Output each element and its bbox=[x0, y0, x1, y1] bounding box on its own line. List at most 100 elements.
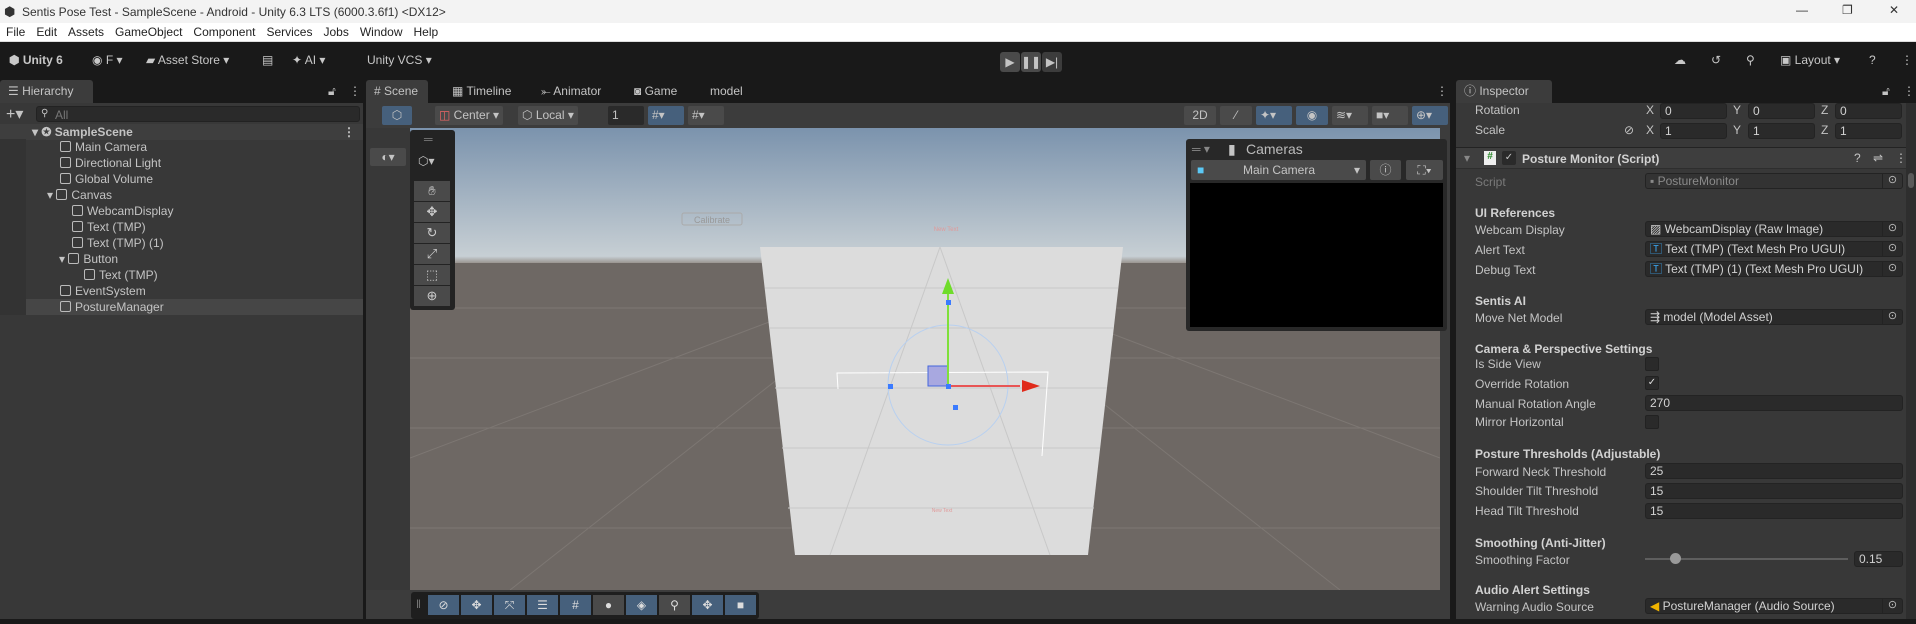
forward-neck-threshold-field[interactable]: 25 bbox=[1645, 463, 1903, 479]
tab-scene[interactable]: # Scene bbox=[366, 80, 428, 103]
debug-text-field[interactable]: 🅃 Text (TMP) (1) (Text Mesh Pro UGUI) ⊙ bbox=[1645, 261, 1903, 277]
2d-3d-toggle[interactable]: ⬡ bbox=[382, 106, 412, 125]
grid-button[interactable]: # bbox=[560, 595, 591, 615]
object-picker-icon[interactable]: ⊙ bbox=[1882, 598, 1902, 614]
list-item[interactable]: Text (TMP) (1) bbox=[0, 235, 363, 251]
visibility-toggle[interactable]: ◉ bbox=[1296, 106, 1328, 125]
collapse-arrow-icon[interactable]: ▾ bbox=[1464, 151, 1470, 165]
presets-icon[interactable]: ⇌ bbox=[1873, 151, 1883, 165]
menu-component[interactable]: Component bbox=[193, 23, 255, 42]
layout-button[interactable]: ▣ Layout ▾ bbox=[1780, 53, 1840, 67]
scale-z-field[interactable]: 1 bbox=[1835, 123, 1902, 139]
tab-timeline[interactable]: ▦ Timeline bbox=[444, 80, 519, 103]
menu-gameobject[interactable]: GameObject bbox=[115, 23, 182, 42]
tab-model[interactable]: model bbox=[702, 80, 751, 103]
vcs-button[interactable]: Unity VCS ▾ bbox=[367, 53, 432, 67]
component-menu-icon[interactable]: ⋮ bbox=[1895, 151, 1907, 165]
expand-arrow-icon[interactable]: ▾ bbox=[47, 188, 56, 202]
rotation-x-field[interactable]: 0 bbox=[1660, 103, 1727, 119]
plane-handle[interactable] bbox=[927, 365, 949, 387]
orientation-button[interactable]: ⊘ bbox=[428, 595, 459, 615]
inspector-menu-icon[interactable]: ⋮ bbox=[1903, 84, 1915, 98]
object-picker-icon[interactable]: ⊙ bbox=[1882, 309, 1902, 325]
rotate-tool[interactable]: ↻ bbox=[414, 223, 450, 243]
list-item[interactable]: WebcamDisplay bbox=[0, 203, 363, 219]
asset-store-button[interactable]: ▰ Asset Store ▾ bbox=[146, 53, 229, 67]
more-icon[interactable]: ⋮ bbox=[1901, 53, 1913, 67]
unity-version-button[interactable]: ⬢ Unity 6 bbox=[9, 53, 63, 67]
drag-handle-icon[interactable]: ‖ bbox=[416, 597, 421, 611]
cube-dropdown[interactable]: ⬡▾ bbox=[418, 154, 435, 168]
scene-menu-icon[interactable]: ⋮ bbox=[1436, 84, 1448, 98]
camera-dropdown[interactable]: ■▾ bbox=[1372, 106, 1408, 125]
hand-tool[interactable]: ✋︎ bbox=[414, 181, 450, 201]
hierarchy-menu-icon[interactable]: ⋮ bbox=[349, 84, 361, 98]
align-button[interactable]: ☰ bbox=[527, 595, 558, 615]
inspector-scrollbar[interactable] bbox=[1906, 103, 1916, 624]
camera-overlay-button[interactable]: ■ bbox=[725, 595, 756, 615]
menu-help[interactable]: Help bbox=[414, 23, 439, 42]
menu-file[interactable]: File bbox=[6, 23, 25, 42]
rotation-y-field[interactable]: 0 bbox=[1748, 103, 1815, 119]
snap-increment-button[interactable]: #▾ bbox=[688, 106, 724, 125]
head-tilt-threshold-field[interactable]: 15 bbox=[1645, 503, 1903, 519]
rotation-z-field[interactable]: 0 bbox=[1835, 103, 1902, 119]
scale-tool[interactable]: ⤢ bbox=[414, 244, 450, 264]
draw-mode-button[interactable]: ◐▾ bbox=[370, 148, 406, 166]
close-button[interactable]: ✕ bbox=[1889, 3, 1899, 17]
menu-assets[interactable]: Assets bbox=[68, 23, 104, 42]
pause-button[interactable]: ❚❚ bbox=[1021, 52, 1041, 72]
space-dropdown[interactable]: ⬡ Local ▾ bbox=[518, 106, 578, 125]
list-item[interactable]: Global Volume bbox=[0, 171, 363, 187]
account-button[interactable]: ◉ F ▾ bbox=[92, 53, 123, 67]
hierarchy-search-input[interactable]: ⚲ All bbox=[36, 106, 360, 122]
search-overlay-button[interactable]: ⚲ bbox=[659, 595, 690, 615]
drag-handle-icon[interactable]: ═ bbox=[424, 132, 433, 146]
camera-fit-button[interactable]: ⛶▾ bbox=[1406, 160, 1443, 180]
list-item[interactable]: Directional Light bbox=[0, 155, 363, 171]
transform-tool[interactable]: ⊕ bbox=[414, 286, 450, 306]
mirror-horizontal-checkbox[interactable] bbox=[1645, 415, 1659, 429]
component-enabled-checkbox[interactable]: ✓ bbox=[1502, 151, 1516, 165]
2d-toggle[interactable]: 2D bbox=[1184, 106, 1216, 125]
record-button[interactable]: ● bbox=[593, 595, 624, 615]
alert-text-field[interactable]: 🅃 Text (TMP) (Text Mesh Pro UGUI) ⊙ bbox=[1645, 241, 1903, 257]
move-overlay-button[interactable]: ✥ bbox=[461, 595, 492, 615]
scene-menu-icon[interactable]: ⋮ bbox=[343, 124, 355, 140]
tab-game[interactable]: ◙ Game bbox=[626, 80, 685, 103]
scale-y-field[interactable]: 1 bbox=[1748, 123, 1815, 139]
transform-overlay-button[interactable]: ⤧ bbox=[494, 595, 525, 615]
lock-icon[interactable]: 🔓︎ bbox=[328, 84, 336, 99]
manual-rotation-angle-field[interactable]: 270 bbox=[1645, 395, 1903, 411]
camera-info-button[interactable]: ⓘ bbox=[1370, 160, 1401, 180]
link-icon[interactable]: ⊘ bbox=[1624, 123, 1634, 137]
warning-audio-source-field[interactable]: ◀ PostureManager (Audio Source) ⊙ bbox=[1645, 598, 1903, 614]
menu-window[interactable]: Window bbox=[360, 23, 403, 42]
help-icon[interactable]: ? bbox=[1869, 53, 1876, 67]
list-item[interactable]: EventSystem bbox=[0, 283, 363, 299]
component-header[interactable]: ▾ # ✓ Posture Monitor (Script) ? ⇌ ⋮ bbox=[1456, 147, 1907, 169]
list-item[interactable]: Text (TMP) bbox=[0, 219, 363, 235]
move-tool[interactable]: ✥ bbox=[414, 202, 450, 222]
lighting-toggle[interactable]: ⁄ bbox=[1220, 106, 1252, 125]
tab-animator[interactable]: ⤜ Animator bbox=[533, 80, 609, 103]
expand-arrow-icon[interactable]: ▾ bbox=[32, 125, 41, 139]
scale-x-field[interactable]: 1 bbox=[1660, 123, 1727, 139]
cloud-icon[interactable]: ☁ bbox=[1674, 53, 1686, 67]
effects-dropdown[interactable]: ✦▾ bbox=[1256, 106, 1292, 125]
history-icon[interactable]: ↺ bbox=[1711, 53, 1721, 67]
drag-handle-icon[interactable]: ═ ▾ bbox=[1192, 142, 1210, 156]
object-picker-icon[interactable]: ⊙ bbox=[1882, 241, 1902, 257]
list-item-selected[interactable]: PostureManager bbox=[0, 299, 363, 315]
pivot-overlay-button[interactable]: ✥ bbox=[692, 595, 723, 615]
object-picker-icon[interactable]: ⊙ bbox=[1882, 261, 1902, 277]
scene-root-row[interactable]: ▾ ✪ SampleScene ⋮ bbox=[0, 124, 363, 140]
camera-select[interactable]: ■ Main Camera ▾ bbox=[1191, 160, 1366, 180]
minimize-button[interactable]: — bbox=[1796, 3, 1808, 17]
navmesh-button[interactable]: ◈ bbox=[626, 595, 657, 615]
smoothing-factor-field[interactable]: 0.15 bbox=[1854, 551, 1903, 567]
grid-size-input[interactable]: 1 bbox=[608, 106, 644, 125]
rect-tool[interactable]: ⬚ bbox=[414, 265, 450, 285]
list-item[interactable]: ▾ Canvas bbox=[0, 187, 363, 203]
move-net-model-field[interactable]: ⇶ model (Model Asset) ⊙ bbox=[1645, 309, 1903, 325]
